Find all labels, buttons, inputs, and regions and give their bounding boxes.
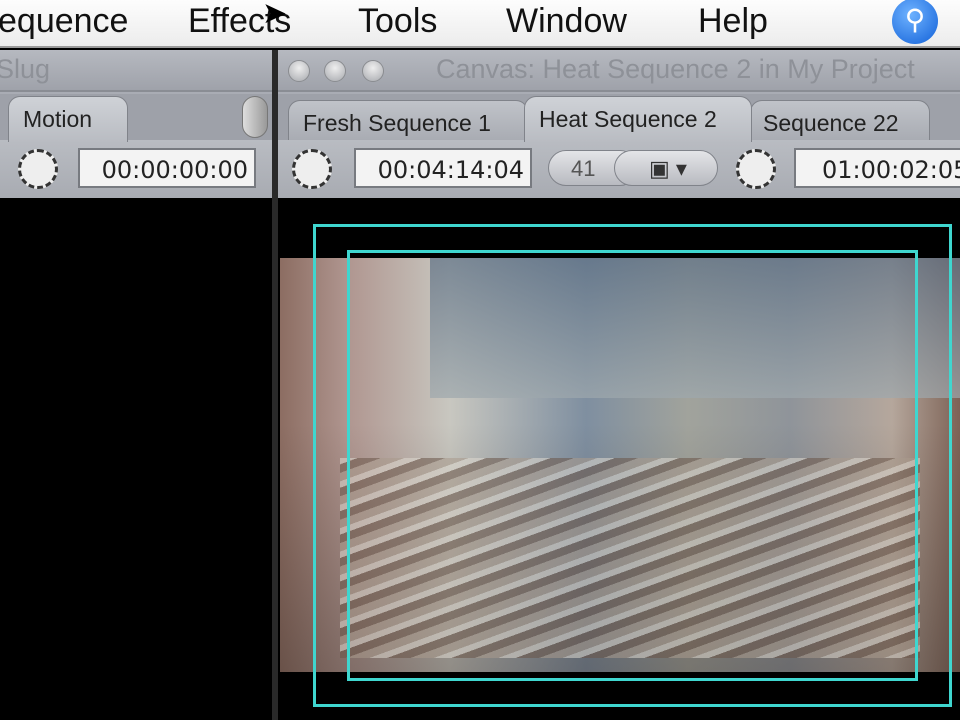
duration-timecode-field[interactable]: 00:04:14:04: [354, 148, 532, 188]
tab-heat-sequence-2[interactable]: Heat Sequence 2: [524, 96, 752, 142]
viewer-window: Slug Motion 00:00:00:00: [0, 50, 272, 198]
viewer-title-bar: Slug: [0, 50, 272, 92]
shuttle-dial-icon[interactable]: [292, 149, 332, 189]
zoom-button[interactable]: [362, 60, 384, 82]
shuttle-dial-icon[interactable]: [736, 149, 776, 189]
menu-sequence[interactable]: equence: [0, 2, 128, 41]
canvas-title: Canvas: Heat Sequence 2 in My Project: [436, 54, 915, 84]
minimize-button[interactable]: [324, 60, 346, 82]
canvas-tab-row: Fresh Sequence 1 Heat Sequence 2 Sequenc…: [278, 94, 960, 142]
menu-bar: equence Effects Tools Window Help ⚲: [0, 0, 960, 48]
viewer-timecode-field[interactable]: 00:00:00:00: [78, 148, 256, 188]
close-button[interactable]: [288, 60, 310, 82]
menu-tools[interactable]: Tools: [358, 2, 437, 41]
viewer-tab-row: Motion: [0, 94, 272, 142]
shuttle-dial-icon[interactable]: [18, 149, 58, 189]
tab-motion[interactable]: Motion: [8, 96, 128, 142]
menu-window[interactable]: Window: [506, 2, 627, 41]
menu-help[interactable]: Help: [698, 2, 768, 41]
title-safe-overlay: [347, 250, 918, 681]
canvas-controls: 00:04:14:04 41 ▣ ▾ 01:00:02:05: [278, 140, 960, 198]
view-popup[interactable]: ▣ ▾: [614, 150, 718, 186]
pane-resize-handle[interactable]: [242, 96, 268, 138]
canvas-title-bar: Canvas: Heat Sequence 2 in My Project: [278, 50, 960, 92]
current-timecode-field[interactable]: 01:00:02:05: [794, 148, 960, 188]
viewer-title: Slug: [0, 54, 51, 84]
tab-sequence-22[interactable]: Sequence 22: [750, 100, 930, 140]
viewer-controls: 00:00:00:00: [0, 140, 272, 198]
spotlight-search-icon[interactable]: ⚲: [892, 0, 938, 44]
tab-fresh-sequence-1[interactable]: Fresh Sequence 1: [288, 100, 528, 140]
mouse-cursor-icon: ➤: [262, 0, 288, 30]
fit-frame-icon: ▣ ▾: [649, 156, 687, 181]
canvas-window: Canvas: Heat Sequence 2 in My Project Fr…: [278, 50, 960, 198]
